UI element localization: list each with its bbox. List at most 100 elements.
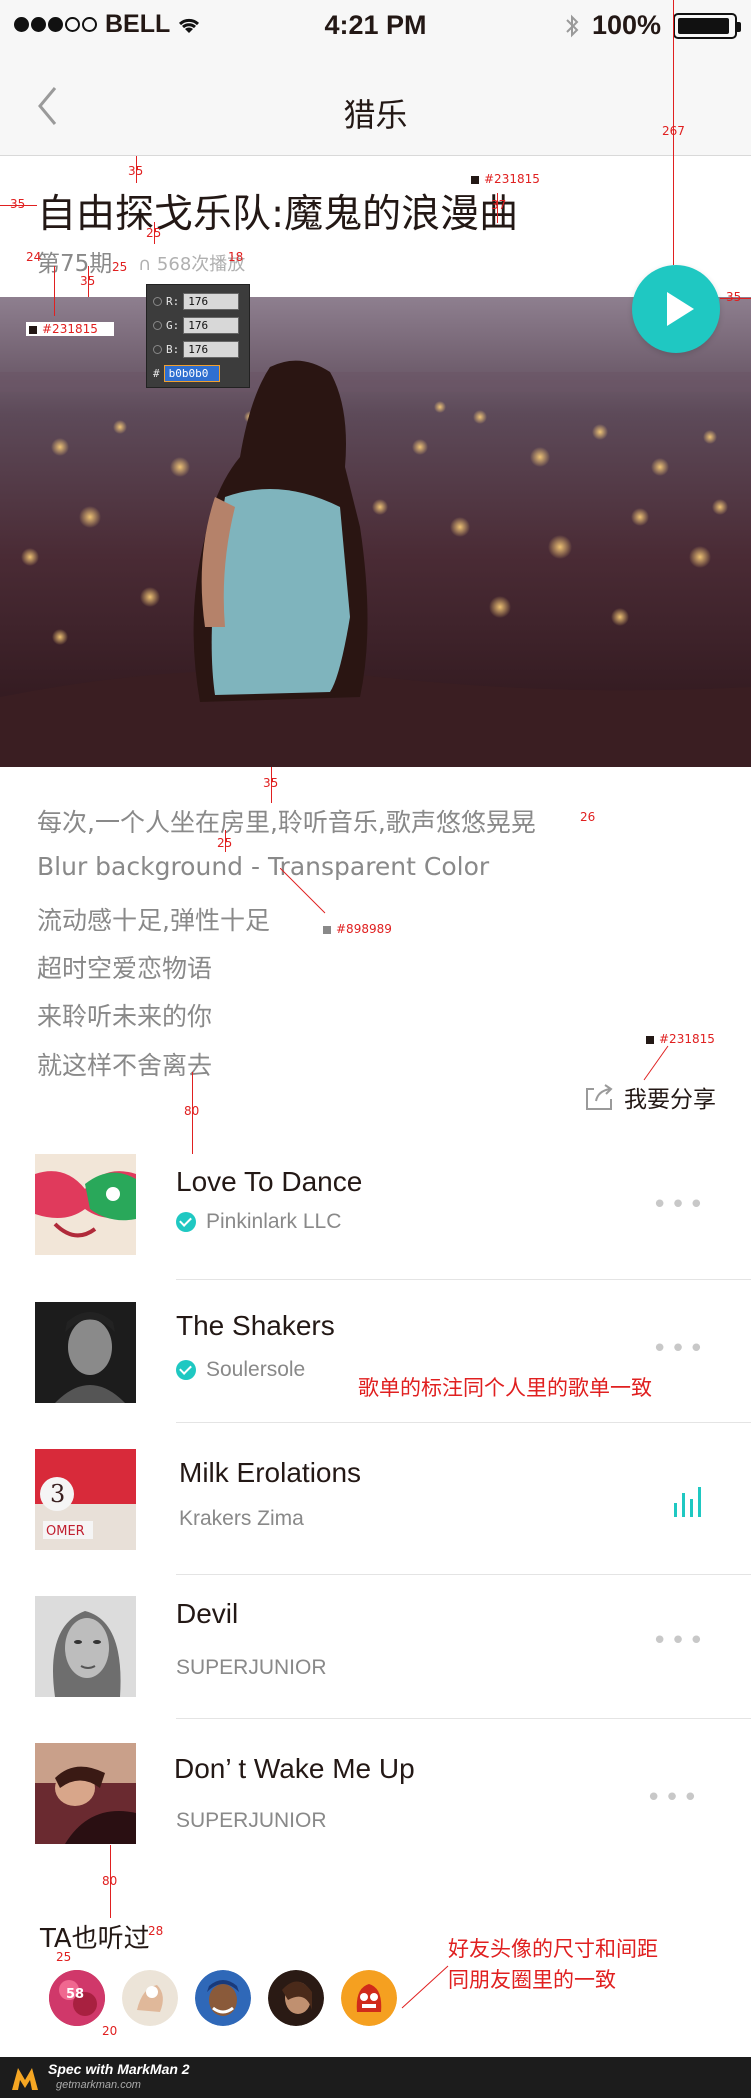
picker-hex-row: # b0b0b0 [153,365,220,382]
desc-line: 超时空爱恋物语 [37,954,213,983]
color-annotation: #898989 [322,922,392,936]
divider [176,1279,751,1280]
friend-avatar[interactable] [341,1970,397,2026]
song-title: Don’ t Wake Me Up [174,1753,415,1784]
equalizer-icon[interactable] [673,1485,703,1517]
song-title: Milk Erolations [179,1457,362,1488]
radio-icon [153,345,162,354]
article-title: 自由探戈乐队:魔鬼的浪漫曲 [37,192,519,237]
song-artist: SUPERJUNIOR [176,1809,327,1833]
song-artist-label: SUPERJUNIOR [176,1809,327,1832]
nav-bar: 猎乐 [0,56,751,156]
radio-icon [153,297,162,306]
song-artist-label: Pinkinlark LLC [206,1210,342,1233]
spec-dimension: 37 [491,198,507,212]
svg-text:3: 3 [50,1480,65,1508]
desc-line: 每次,一个人坐在房里,聆听音乐,歌声悠悠晃晃 [37,808,536,837]
spec-dimension: 80 [184,1104,200,1118]
play-button[interactable] [632,265,720,353]
issue-number: 第75期 [37,251,113,277]
song-artist-label: Soulersole [206,1358,306,1381]
song-row[interactable]: Love To Dance Pinkinlark LLC ••• [0,1154,751,1294]
spec-dimension: 35 [10,197,26,211]
verified-icon [176,1212,196,1232]
nav-title: 猎乐 [343,96,408,134]
swatch-icon [645,1034,655,1045]
song-artist: SUPERJUNIOR [176,1656,327,1680]
spec-dimension: 35 [128,164,144,178]
song-cover: 3 OMER [35,1449,136,1550]
more-icon[interactable]: ••• [652,1626,707,1656]
footer-site[interactable]: getmarkman.com [56,2079,141,2091]
song-row[interactable]: 3 OMER Milk Erolations Krakers Zima [0,1449,751,1599]
picker-b-row: B: 176 [153,341,240,358]
song-row[interactable]: Devil SUPERJUNIOR ••• [0,1596,751,1746]
spec-dimension: 25 [146,226,162,240]
picker-b-value: 176 [183,341,240,358]
more-icon[interactable]: ••• [652,1190,707,1220]
divider [176,1718,751,1719]
picker-hex-value: b0b0b0 [163,365,220,382]
share-label: 我要分享 [624,1087,716,1113]
swatch-icon [470,174,480,185]
picker-g-row: G: 176 [153,317,240,334]
spec-note: 同朋友圈里的一致 [448,1968,616,1992]
spec-dimension: 25 [217,836,233,850]
spec-dimension: 26 [580,810,596,824]
swatch-icon [28,324,38,335]
friend-avatar[interactable]: 58 [49,1970,105,2026]
more-icon[interactable]: ••• [646,1783,701,1813]
avatar-badge: 58 [66,1987,85,2002]
picker-r-value: 176 [183,293,240,310]
battery-percent: 100% [591,10,661,40]
song-cover [35,1743,136,1844]
spec-note: 歌单的标注同个人里的歌单一致 [358,1376,652,1400]
spec-dimension: 35 [263,776,279,790]
markman-logo-icon [12,2068,38,2090]
friend-avatar[interactable] [122,1970,178,2026]
song-cover [35,1302,136,1403]
more-icon[interactable]: ••• [652,1334,707,1364]
verified-icon [176,1360,196,1380]
spec-dimension: 35 [80,274,96,288]
spec-dimension: 20 [102,2024,118,2038]
color-annotation: #231815 [470,172,540,186]
song-artist-label: SUPERJUNIOR [176,1656,327,1679]
status-right: 100% [564,10,741,41]
song-artist: Pinkinlark LLC [176,1210,341,1234]
friend-avatar[interactable] [268,1970,324,2026]
radio-icon [153,321,162,330]
svg-text:OMER: OMER [46,1524,85,1539]
share-button[interactable]: 我要分享 [584,1080,716,1114]
picker-r-row: R: 176 [153,293,240,310]
spec-dimension: 267 [662,124,685,138]
song-title: Devil [176,1598,239,1629]
spec-note: 好友头像的尺寸和间距 [448,1937,658,1961]
markman-footer: Spec with MarkMan 2 getmarkman.com [0,2057,751,2098]
desc-line: Blur background - Transparent Color [37,852,490,881]
spec-dimension: 28 [148,1924,164,1938]
color-picker-overlay: R: 176 G: 176 B: 176 # b0b0b0 [146,284,250,388]
song-artist: Soulersole [176,1358,305,1382]
spec-line [54,266,55,316]
spec-leader-line [401,1965,449,2009]
song-row[interactable]: Don’ t Wake Me Up SUPERJUNIOR ••• [0,1743,751,1883]
song-title: The Shakers [176,1310,335,1341]
friend-avatar[interactable] [195,1970,251,2026]
hero-photo [0,297,751,767]
desc-line: 来聆听未来的你 [37,1002,213,1031]
song-artist-label: Krakers Zima [179,1507,304,1530]
spec-dimension: 18 [228,250,244,264]
song-artist: Krakers Zima [179,1507,304,1531]
spec-dimension: 24 [26,250,42,264]
picker-g-value: 176 [183,317,240,334]
spec-leader-line [280,868,326,914]
color-annotation: #231815 [26,322,114,336]
desc-line: 就这样不舍离去 [37,1051,213,1080]
spec-dimension: 35 [726,290,742,304]
spec-dimension: 25 [112,260,128,274]
spec-dimension: 25 [56,1950,72,1964]
share-icon [586,1084,613,1110]
bluetooth-icon [566,14,579,37]
song-cover [35,1154,136,1255]
